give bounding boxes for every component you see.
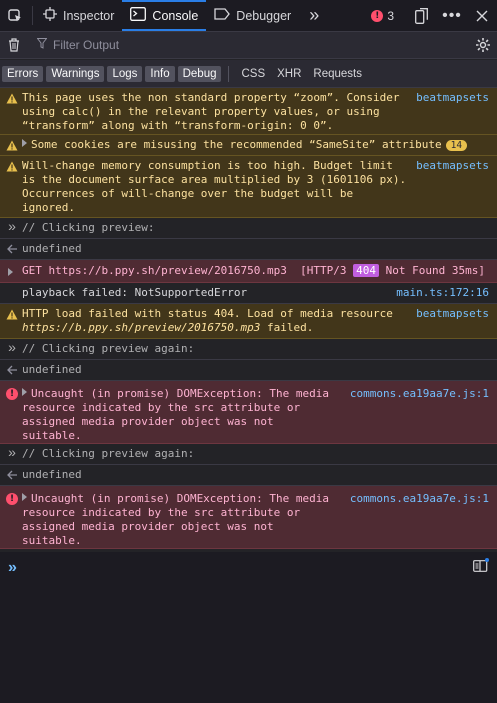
close-icon[interactable]: [467, 10, 497, 22]
debugger-icon: [214, 8, 231, 23]
filter-placeholder: Filter Output: [53, 38, 120, 52]
repeat-count-badge: 14: [445, 140, 468, 151]
console-log: playback failed: NotSupportedError main.…: [0, 283, 497, 304]
media-url: https://b.ppy.sh/preview/2016750.mp3: [22, 321, 261, 334]
console-message-warning: Will-change memory consumption is too hi…: [0, 156, 497, 218]
filter-logs-button[interactable]: Logs: [107, 65, 143, 82]
console-message-warning: HTTP load failed with status 404. Load o…: [0, 304, 497, 339]
message-text: Some cookies are misusing the recommende…: [31, 138, 442, 151]
expand-triangle-icon[interactable]: [6, 266, 18, 278]
category-filter-bar: Errors Warnings Logs Info Debug CSS XHR …: [0, 60, 497, 88]
status-code-badge: 404: [353, 264, 380, 277]
tab-inspector-label: Inspector: [63, 8, 115, 23]
message-source-link[interactable]: commons.ea19aa7e.js:1: [350, 492, 489, 506]
filter-funnel-icon: [36, 38, 48, 52]
tab-console-label: Console: [152, 8, 199, 23]
console-icon: [130, 7, 147, 24]
console-message-warning[interactable]: Some cookies are misusing the recommende…: [0, 135, 497, 156]
input-chevron-icon: »: [8, 218, 16, 234]
warning-icon: [6, 160, 18, 172]
error-icon: !: [371, 9, 384, 22]
message-source-link[interactable]: main.ts:172:16: [396, 286, 489, 300]
toolbar-divider: [32, 6, 33, 25]
console-result: undefined: [0, 239, 497, 260]
request-status-text: Not Found 35ms]: [385, 264, 485, 277]
settings-gear-icon[interactable]: [469, 32, 497, 58]
warning-icon: [6, 308, 18, 320]
expand-triangle-icon[interactable]: [22, 388, 27, 396]
message-text: HTTP load failed with status 404. Load o…: [22, 307, 393, 320]
message-source-link[interactable]: beatmapsets: [416, 159, 489, 173]
input-chevron-icon: »: [8, 444, 16, 460]
inspector-icon: [43, 7, 57, 24]
message-text: Will-change memory consumption is too hi…: [22, 159, 407, 214]
devtools-toolbar: Inspector Console Debugger » ! 3 •••: [0, 0, 497, 32]
console-input[interactable]: »: [0, 552, 497, 703]
message-source-link[interactable]: commons.ea19aa7e.js:1: [350, 387, 489, 401]
filter-warnings-button[interactable]: Warnings: [46, 65, 105, 82]
filter-debug-button[interactable]: Debug: [177, 65, 222, 82]
toolbar-right: ! 3 •••: [363, 0, 497, 31]
request-protocol: [HTTP/3: [300, 264, 347, 277]
warning-icon: [6, 139, 18, 151]
dock-toggle-icon[interactable]: [407, 7, 437, 24]
tab-debugger-label: Debugger: [236, 8, 292, 23]
message-source-link[interactable]: beatmapsets: [416, 307, 489, 321]
error-count: 3: [387, 8, 394, 23]
message-text-end: failed.: [267, 321, 314, 334]
message-text: Uncaught (in promise) DOMException: The …: [22, 387, 330, 442]
console-message-warning: This page uses the non standard property…: [0, 88, 497, 135]
filter-info-button[interactable]: Info: [145, 65, 175, 82]
message-text: Uncaught (in promise) DOMException: The …: [22, 492, 330, 547]
more-tabs-chevron-icon[interactable]: »: [299, 0, 329, 31]
request-method: GET: [22, 264, 42, 277]
tab-console[interactable]: Console: [122, 0, 207, 31]
result-arrow-icon: [6, 364, 18, 376]
error-icon: !: [6, 493, 18, 505]
console-command: » // Clicking preview:: [0, 218, 497, 239]
console-message-error: ! Uncaught (in promise) DOMException: Th…: [0, 381, 497, 444]
message-text: This page uses the non standard property…: [22, 91, 400, 132]
input-chevron-icon: »: [8, 339, 16, 355]
network-request-message[interactable]: GET https://b.ppy.sh/preview/2016750.mp3…: [0, 260, 497, 283]
filter-errors-button[interactable]: Errors: [2, 65, 44, 82]
expand-triangle-icon[interactable]: [22, 493, 27, 501]
filter-xhr-button[interactable]: XHR: [271, 66, 307, 82]
command-text: // Clicking preview again:: [22, 342, 195, 355]
error-count-badge[interactable]: ! 3: [363, 9, 402, 23]
more-options-icon[interactable]: •••: [437, 7, 467, 25]
command-text: // Clicking preview:: [22, 221, 155, 234]
editor-mode-toggle-icon[interactable]: [473, 558, 489, 575]
result-text: undefined: [22, 242, 82, 255]
warning-icon: [6, 92, 18, 104]
result-arrow-icon: [6, 469, 18, 481]
message-source-link[interactable]: beatmapsets: [416, 91, 489, 105]
element-picker-icon[interactable]: [0, 0, 30, 31]
filter-input[interactable]: Filter Output: [29, 32, 468, 58]
console-command: » // Clicking preview again:: [0, 339, 497, 360]
console-command: » // Clicking preview again:: [0, 444, 497, 465]
console-message-error: ! Uncaught (in promise) DOMException: Th…: [0, 486, 497, 549]
filter-requests-button[interactable]: Requests: [307, 66, 368, 82]
clear-console-trash-icon[interactable]: [0, 32, 28, 58]
result-arrow-icon: [6, 243, 18, 255]
error-icon: !: [6, 388, 18, 400]
prompt-chevron-icon: »: [8, 559, 17, 576]
tab-inspector[interactable]: Inspector: [35, 0, 122, 31]
command-text: // Clicking preview again:: [22, 447, 195, 460]
filter-bar: Filter Output: [0, 32, 497, 59]
result-text: undefined: [22, 468, 82, 481]
console-result: undefined: [0, 465, 497, 486]
result-text: undefined: [22, 363, 82, 376]
tab-debugger[interactable]: Debugger: [206, 0, 299, 31]
filter-css-button[interactable]: CSS: [235, 66, 271, 82]
request-url[interactable]: https://b.ppy.sh/preview/2016750.mp3: [49, 264, 287, 277]
expand-triangle-icon[interactable]: [22, 139, 27, 147]
console-output: This page uses the non standard property…: [0, 88, 497, 549]
console-result: undefined: [0, 360, 497, 381]
category-divider: [228, 65, 230, 82]
